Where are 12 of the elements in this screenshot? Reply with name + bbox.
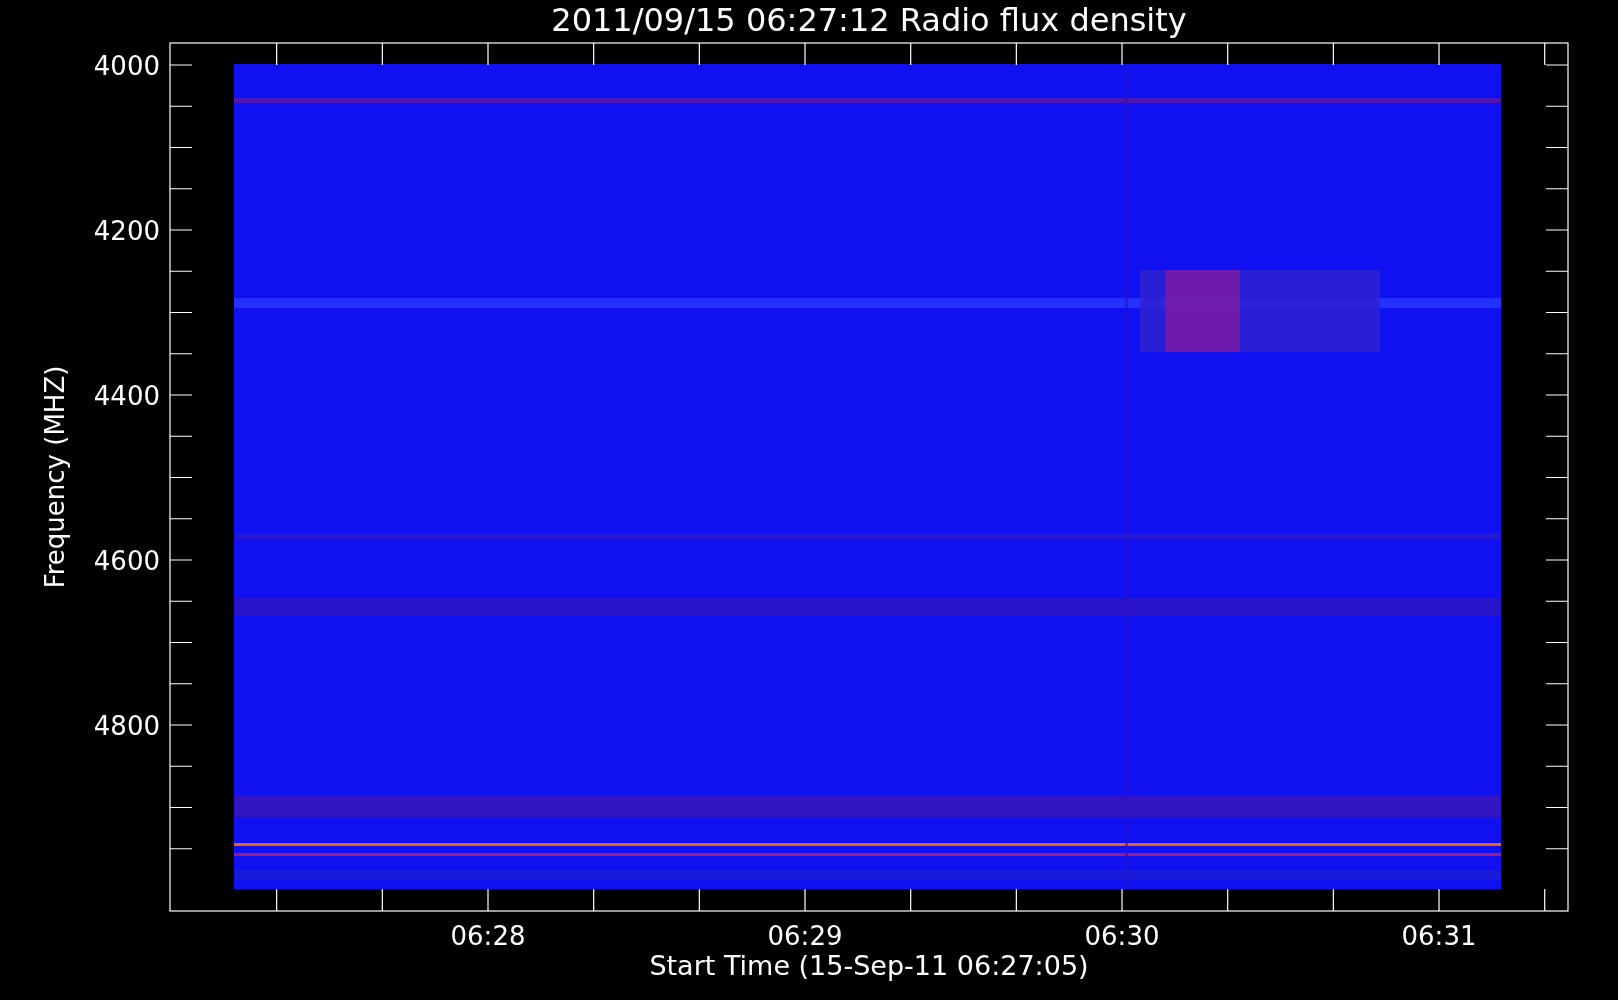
y-tick-label: 4200	[93, 216, 160, 246]
y-axis-label: Frequency (MHZ)	[40, 365, 70, 589]
chart-title: 2011/09/15 06:27:12 Radio flux density	[551, 1, 1187, 39]
x-axis-label: Start Time (15-Sep-11 06:27:05)	[649, 950, 1089, 981]
y-tick-label: 4000	[93, 51, 160, 81]
y-tick-label: 4600	[93, 546, 160, 576]
x-tick-label: 06:29	[767, 921, 843, 951]
x-tick-label: 06:28	[450, 921, 526, 951]
x-tick-label: 06:30	[1084, 921, 1160, 951]
y-tick-label: 4800	[93, 711, 160, 741]
y-tick-label: 4400	[93, 381, 160, 411]
x-tick-label: 06:31	[1401, 921, 1477, 951]
